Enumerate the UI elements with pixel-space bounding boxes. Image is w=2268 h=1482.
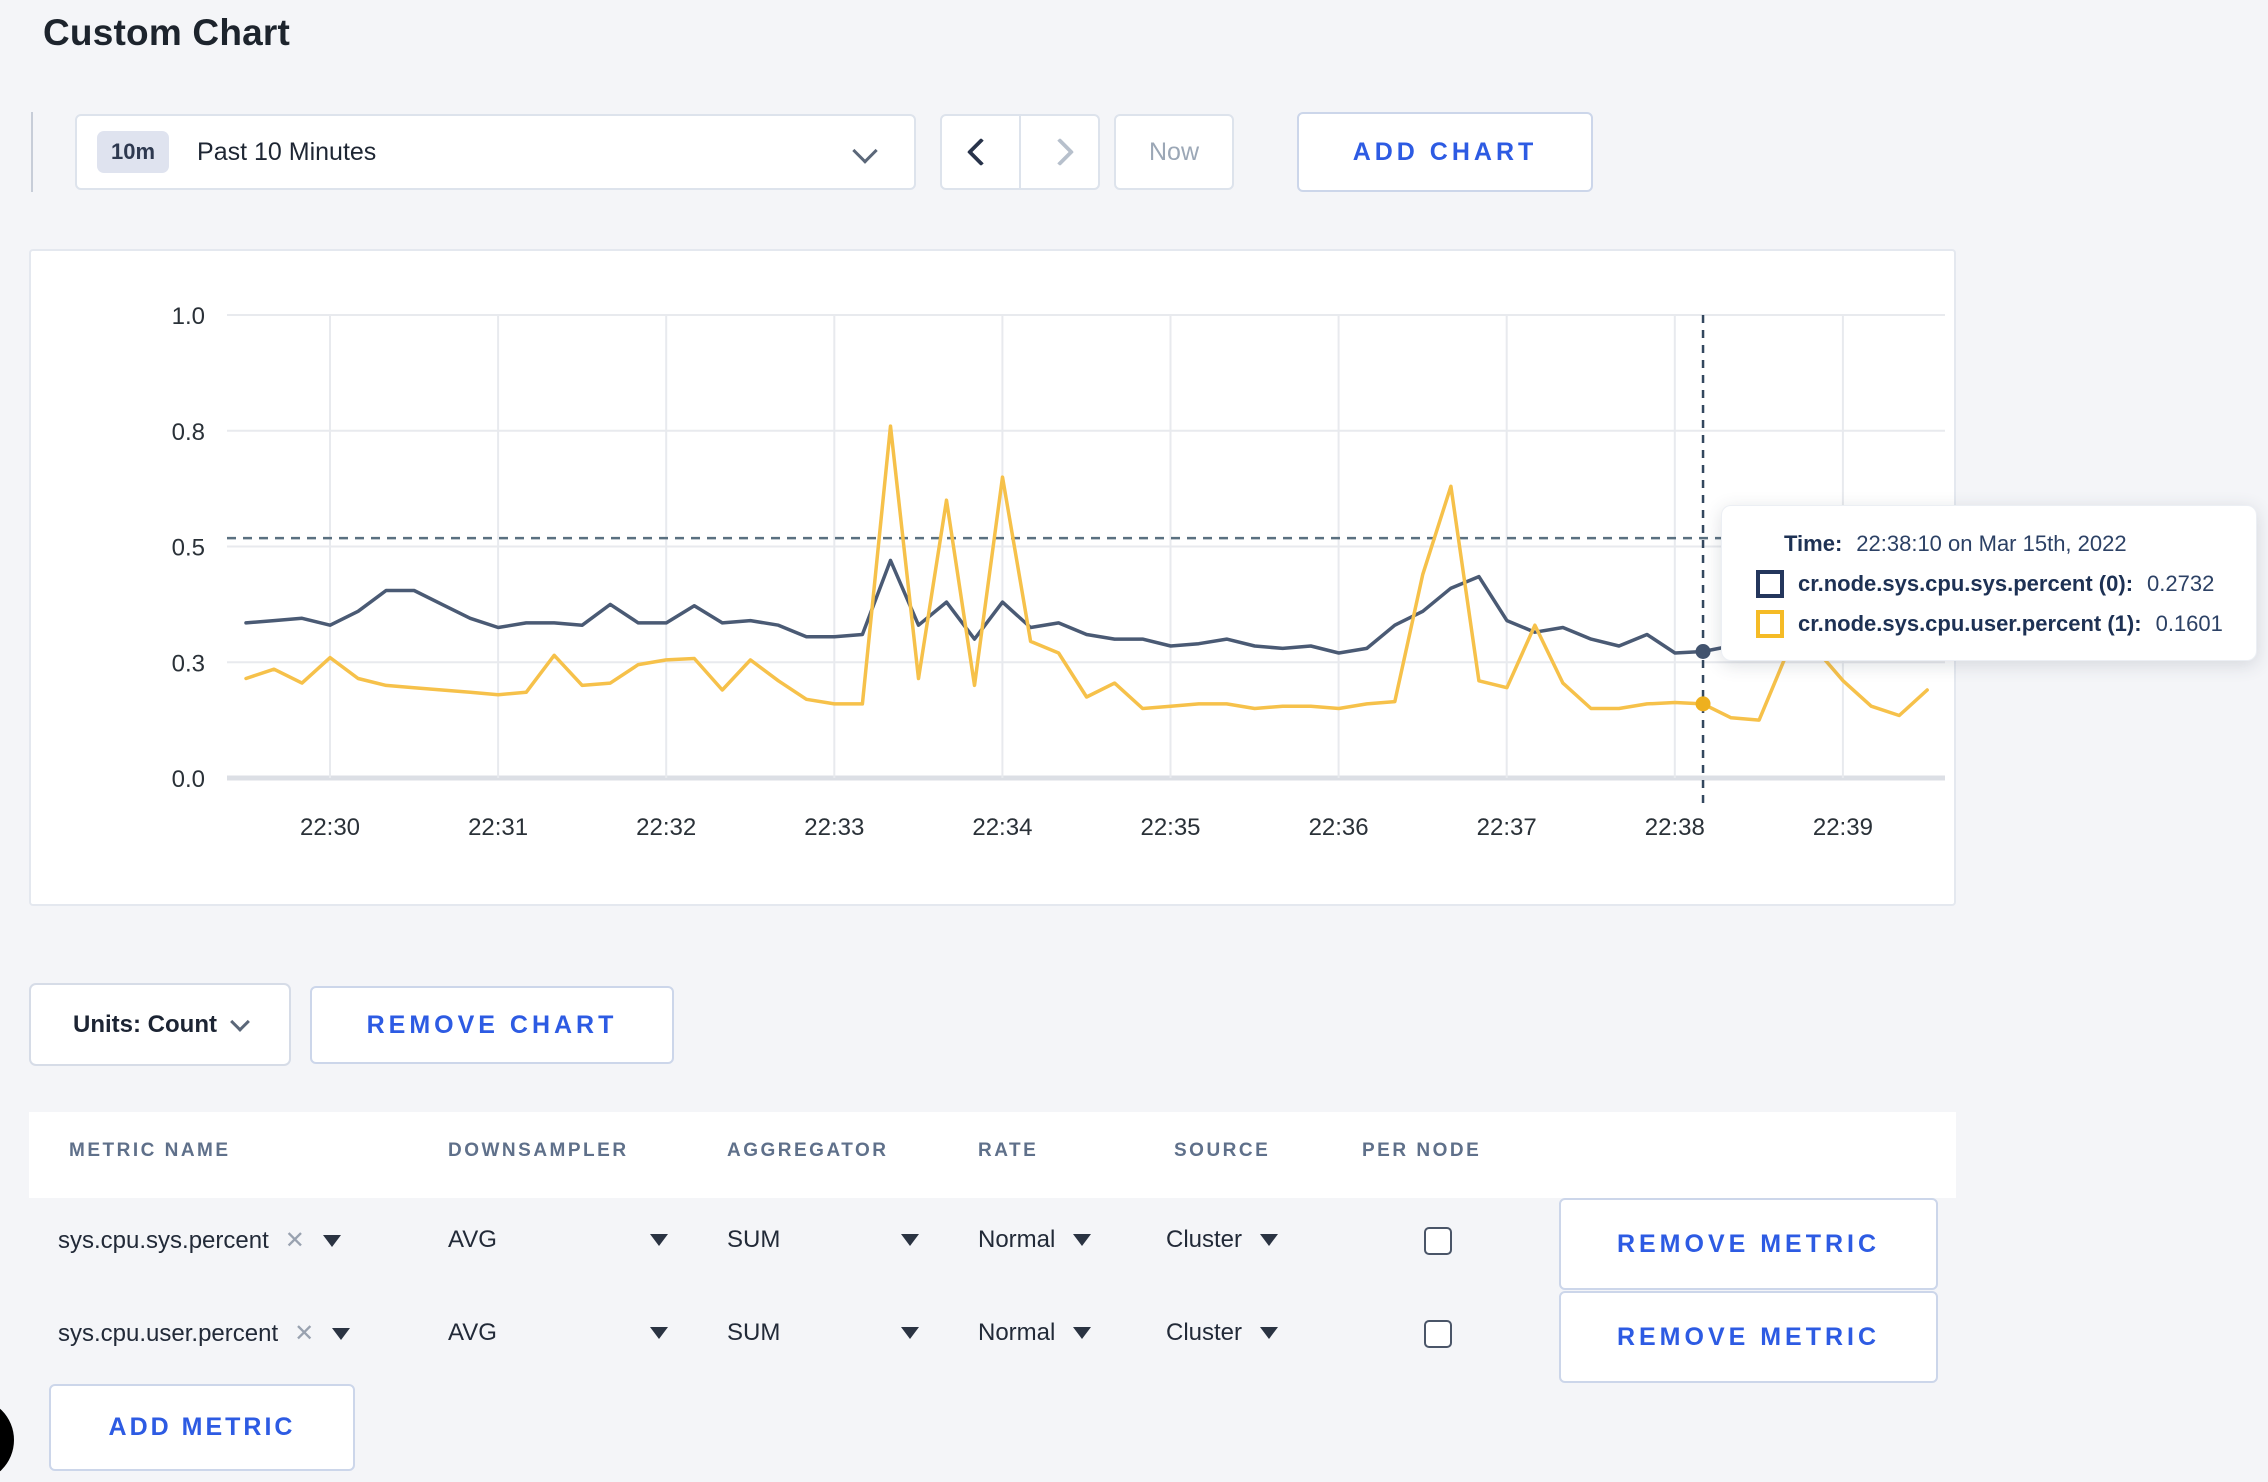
dropdown-caret-icon	[1260, 1327, 1279, 1339]
dropdown-caret-icon	[650, 1327, 668, 1339]
dropdown-caret-icon	[322, 1234, 341, 1247]
source-dropdown[interactable]: Cluster	[1166, 1319, 1279, 1347]
dropdown-caret-icon	[901, 1234, 919, 1246]
rate-dropdown[interactable]: Normal	[978, 1319, 1092, 1347]
time-pager	[940, 114, 1100, 190]
units-label: Units: Count	[73, 1010, 217, 1038]
metric-name-value: sys.cpu.user.percent	[58, 1319, 279, 1347]
remove-metric-button[interactable]: REMOVE METRIC	[1559, 1198, 1938, 1290]
chevron-right-icon	[1045, 137, 1074, 167]
downsampler-dropdown[interactable]: AVG	[448, 1226, 668, 1254]
metrics-table-header: METRIC NAME DOWNSAMPLER AGGREGATOR RATE …	[29, 1112, 1956, 1198]
clear-metric-icon[interactable]: ✕	[294, 1319, 314, 1348]
downsampler-value: AVG	[448, 1319, 497, 1346]
col-header-source: SOURCE	[1174, 1140, 1271, 1161]
remove-metric-button[interactable]: REMOVE METRIC	[1559, 1291, 1938, 1383]
tooltip-series-row: cr.node.sys.cpu.sys.percent (0): 0.2732	[1756, 569, 2226, 598]
dropdown-caret-icon	[901, 1327, 919, 1339]
chart-tooltip: Time: 22:38:10 on Mar 15th, 2022 cr.node…	[1721, 505, 2257, 661]
add-metric-button[interactable]: ADD METRIC	[49, 1384, 355, 1471]
custom-chart-page: { "page": { "title": "Custom Chart", "ba…	[0, 0, 2268, 1482]
next-time-button[interactable]	[1020, 114, 1100, 190]
rate-value: Normal	[978, 1319, 1056, 1346]
dropdown-caret-icon	[1073, 1234, 1092, 1246]
col-header-per-node: PER NODE	[1362, 1140, 1482, 1161]
units-select[interactable]: Units: Count	[29, 983, 291, 1066]
per-node-checkbox[interactable]	[1424, 1227, 1452, 1255]
aggregator-dropdown[interactable]: SUM	[727, 1226, 919, 1254]
col-header-rate: RATE	[978, 1140, 1039, 1161]
time-window-badge: 10m	[97, 131, 170, 173]
col-header-metric-name: METRIC NAME	[69, 1140, 231, 1161]
per-node-checkbox[interactable]	[1424, 1320, 1452, 1348]
chevron-left-icon	[966, 137, 995, 167]
prev-time-button[interactable]	[940, 114, 1020, 190]
aggregator-value: SUM	[727, 1226, 781, 1253]
rate-value: Normal	[978, 1226, 1056, 1253]
dropdown-caret-icon	[332, 1327, 351, 1340]
series-swatch-icon	[1756, 610, 1784, 638]
clear-metric-icon[interactable]: ✕	[285, 1226, 305, 1255]
tooltip-series-name: cr.node.sys.cpu.user.percent (1):	[1798, 611, 2142, 636]
metric-name-dropdown[interactable]: sys.cpu.sys.percent ✕	[58, 1226, 341, 1255]
dropdown-caret-icon	[650, 1234, 668, 1246]
time-window-label: Past 10 Minutes	[197, 137, 377, 166]
toolbar-divider	[31, 112, 33, 192]
dropdown-caret-icon	[1260, 1234, 1279, 1246]
tooltip-series-value: 0.1601	[2155, 611, 2223, 636]
chart-card[interactable]	[29, 249, 1956, 906]
source-dropdown[interactable]: Cluster	[1166, 1226, 1279, 1254]
now-button[interactable]: Now	[1114, 114, 1234, 190]
metric-row: sys.cpu.sys.percent ✕ AVG SUM Normal Clu…	[0, 1198, 2268, 1290]
metric-name-dropdown[interactable]: sys.cpu.user.percent ✕	[58, 1319, 351, 1348]
metric-row: sys.cpu.user.percent ✕ AVG SUM Normal Cl…	[0, 1291, 2268, 1383]
tooltip-time-row: Time: 22:38:10 on Mar 15th, 2022	[1756, 531, 2226, 557]
rate-dropdown[interactable]: Normal	[978, 1226, 1092, 1254]
chevron-down-icon	[852, 138, 878, 164]
dropdown-caret-icon	[1073, 1327, 1092, 1339]
aggregator-dropdown[interactable]: SUM	[727, 1319, 919, 1347]
col-header-downsampler: DOWNSAMPLER	[448, 1140, 629, 1161]
tooltip-series-name: cr.node.sys.cpu.sys.percent (0):	[1798, 570, 2134, 596]
series-swatch-icon	[1756, 569, 1784, 598]
time-window-select[interactable]: 10m Past 10 Minutes	[75, 114, 916, 190]
add-chart-button[interactable]: ADD CHART	[1297, 112, 1593, 192]
window-corner-artifact	[0, 1398, 14, 1482]
tooltip-time-label: Time:	[1784, 531, 1843, 556]
source-value: Cluster	[1166, 1226, 1243, 1253]
remove-chart-button[interactable]: REMOVE CHART	[310, 986, 674, 1064]
tooltip-series-value: 0.2732	[2147, 570, 2215, 596]
tooltip-series-row: cr.node.sys.cpu.user.percent (1): 0.1601	[1756, 610, 2226, 638]
downsampler-value: AVG	[448, 1226, 497, 1253]
chevron-down-icon	[230, 1011, 250, 1032]
tooltip-time-value: 22:38:10 on Mar 15th, 2022	[1856, 531, 2127, 556]
source-value: Cluster	[1166, 1319, 1243, 1346]
metric-name-value: sys.cpu.sys.percent	[58, 1226, 269, 1254]
col-header-aggregator: AGGREGATOR	[727, 1140, 889, 1161]
page-title: Custom Chart	[43, 12, 291, 53]
aggregator-value: SUM	[727, 1319, 781, 1346]
downsampler-dropdown[interactable]: AVG	[448, 1319, 668, 1347]
